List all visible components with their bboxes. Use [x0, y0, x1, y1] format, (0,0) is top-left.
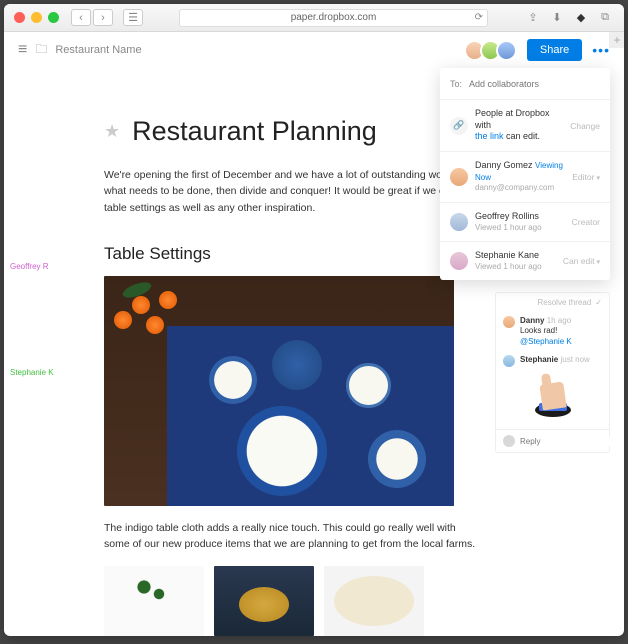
- avatar[interactable]: [496, 40, 517, 61]
- role-selector[interactable]: Can edit▾: [563, 256, 600, 266]
- link-sharing-row[interactable]: 🔗 People at Dropbox with the link can ed…: [440, 100, 610, 152]
- comment-thread: Resolve thread ✓ Danny 1h ago Looks rad!…: [495, 292, 610, 453]
- folder-icon[interactable]: 🗀: [35, 40, 47, 61]
- avatar: [450, 213, 468, 231]
- gallery-image[interactable]: [324, 566, 424, 636]
- downloads-icon[interactable]: ⬇: [548, 10, 566, 26]
- nav-forward-button[interactable]: ›: [93, 9, 113, 26]
- avatar: [450, 252, 468, 270]
- comment[interactable]: Stephanie just now: [496, 351, 609, 371]
- collaborator-sub: Viewed 1 hour ago: [475, 223, 565, 233]
- to-label: To:: [450, 79, 462, 89]
- mention[interactable]: @Stephanie K: [520, 337, 572, 346]
- close-window-icon[interactable]: [14, 12, 25, 23]
- sidebar-toggle-icon[interactable]: ☰: [123, 9, 143, 26]
- collaborator-name: Stephanie Kane: [475, 250, 539, 260]
- browser-titlebar: ‹ › ☰ paper.dropbox.com ⟳ ⇪ ⬇ ◆ ⧉: [4, 4, 624, 32]
- star-icon[interactable]: ★: [104, 121, 120, 142]
- role-selector[interactable]: Editor▾: [572, 172, 600, 182]
- comment-time: just now: [560, 355, 589, 364]
- image-caption[interactable]: The indigo table cloth adds a really nic…: [104, 520, 484, 553]
- nav-back-button[interactable]: ‹: [71, 9, 91, 26]
- collaborator-name: Geoffrey Rollins: [475, 211, 539, 221]
- comment-author: Danny: [520, 316, 544, 325]
- refresh-icon[interactable]: ⟳: [475, 12, 483, 23]
- chevron-down-icon: ▾: [596, 175, 600, 182]
- resolve-thread-button[interactable]: Resolve thread: [537, 298, 591, 307]
- url-text: paper.dropbox.com: [291, 12, 377, 23]
- link-text-line1: People at Dropbox with: [475, 108, 550, 130]
- collaborator-row[interactable]: Geoffrey Rollins Viewed 1 hour ago Creat…: [440, 203, 610, 242]
- collaborator-row[interactable]: Danny Gomez Viewing Now danny@company.co…: [440, 152, 610, 203]
- reply-input[interactable]: [520, 437, 624, 446]
- gallery-image[interactable]: [214, 566, 314, 636]
- avatar: [503, 316, 515, 328]
- share-button[interactable]: Share: [527, 39, 582, 61]
- comment-time: 1h ago: [547, 316, 571, 325]
- link-text-link[interactable]: the link: [475, 131, 504, 141]
- link-text-line2: can edit.: [504, 131, 541, 141]
- more-icon[interactable]: •••: [592, 42, 610, 58]
- comment-text: Looks rad!: [520, 326, 557, 335]
- address-bar[interactable]: paper.dropbox.com ⟳: [179, 9, 488, 27]
- change-link-button[interactable]: Change: [570, 121, 600, 131]
- comment[interactable]: Danny 1h ago Looks rad! @Stephanie K: [496, 312, 609, 351]
- dropbox-icon[interactable]: ◆: [572, 10, 590, 26]
- avatar: [450, 168, 468, 186]
- hero-image[interactable]: [104, 276, 454, 506]
- page-title[interactable]: Restaurant Planning: [132, 116, 377, 147]
- share-icon[interactable]: ⇪: [524, 10, 542, 26]
- collaborator-row[interactable]: Stephanie Kane Viewed 1 hour ago Can edi…: [440, 242, 610, 280]
- maximize-window-icon[interactable]: [48, 12, 59, 23]
- share-to-row[interactable]: To:: [440, 68, 610, 100]
- role-label: Creator: [572, 217, 600, 227]
- share-panel: To: 🔗 People at Dropbox with the link ca…: [440, 68, 610, 280]
- image-gallery: [104, 566, 564, 636]
- menu-icon[interactable]: ≡: [18, 41, 27, 59]
- collaborator-input[interactable]: [469, 79, 600, 89]
- minimize-window-icon[interactable]: [31, 12, 42, 23]
- app-header: ≡ 🗀 Restaurant Name Share •••: [4, 32, 624, 68]
- collaborator-name: Danny Gomez: [475, 160, 533, 170]
- thumbs-up-sticker: [496, 371, 609, 429]
- comment-author: Stephanie: [520, 355, 558, 364]
- author-annotation: Stephanie K: [4, 368, 54, 377]
- check-icon[interactable]: ✓: [595, 298, 602, 307]
- reply-row: ☺: [496, 429, 609, 452]
- tabs-icon[interactable]: ⧉: [596, 10, 614, 26]
- breadcrumb[interactable]: Restaurant Name: [55, 44, 141, 56]
- avatar: [503, 355, 515, 367]
- avatar: [503, 435, 515, 447]
- gallery-image[interactable]: [104, 566, 204, 636]
- link-icon: 🔗: [450, 117, 468, 135]
- presence-avatars[interactable]: [469, 40, 517, 61]
- author-annotation: Geoffrey R: [4, 262, 49, 271]
- collaborator-sub: danny@company.com: [475, 183, 565, 193]
- collaborator-sub: Viewed 1 hour ago: [475, 262, 556, 272]
- chevron-down-icon: ▾: [596, 259, 600, 266]
